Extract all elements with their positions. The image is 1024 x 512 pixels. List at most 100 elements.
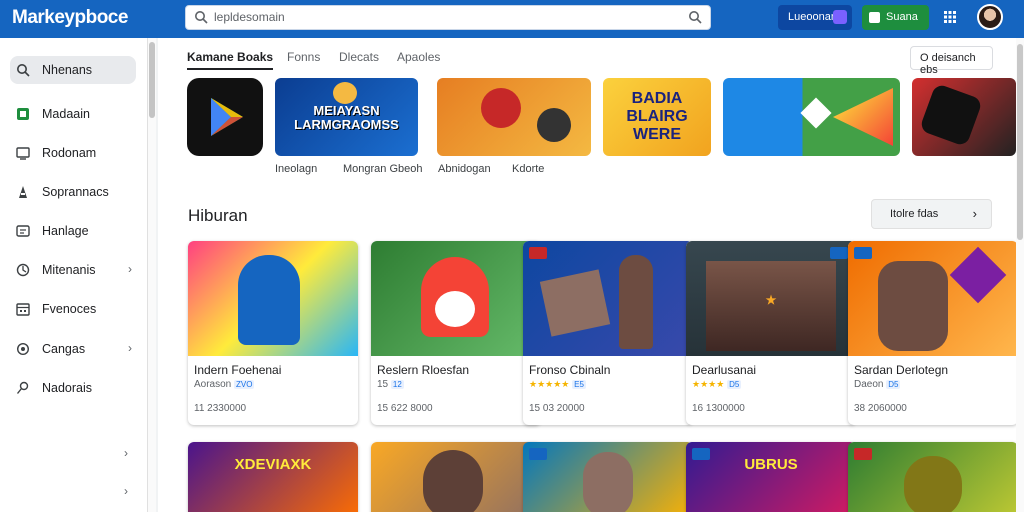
app-card[interactable] (371, 442, 541, 512)
app-card-image: ★ (686, 241, 856, 356)
sidebar-item-label: Nhenans (42, 63, 93, 77)
search-submit-icon[interactable] (688, 10, 702, 24)
pin-icon (16, 381, 29, 394)
avatar[interactable] (977, 4, 1003, 30)
tab-books[interactable]: Kamane Boaks (187, 50, 274, 70)
sidebar-item-notes[interactable]: Nadorais (10, 374, 136, 402)
app-card-title: Fronso Cbinaln (529, 363, 611, 377)
kids-icon (16, 263, 30, 277)
sidebar-item-books[interactable]: Soprannacs (10, 178, 136, 206)
featured-label: Kdorte (512, 163, 545, 175)
app-card-subtitle: ★★★★ D5 (692, 379, 742, 390)
character-image (878, 261, 948, 351)
shape-image (833, 88, 893, 146)
sidebar-item-devices[interactable]: Hanlage (10, 217, 136, 245)
sidebar-scrollbar-thumb[interactable] (149, 42, 155, 118)
character-image (619, 255, 653, 349)
sidebar-item-kids[interactable]: Mitenanis › (10, 256, 136, 284)
device-icon (16, 225, 30, 237)
sidebar-item-label: Fvenoces (42, 302, 97, 316)
account-button-label: Lueoonan (788, 11, 837, 23)
sidebar-item-label: Nadorais (42, 381, 93, 395)
app-card-tag-icon (529, 247, 547, 259)
app-card[interactable]: Sardan Derlotegn Daeon D5 38 2060000 (848, 241, 1018, 425)
install-button[interactable]: Suana (862, 5, 929, 30)
star-rating: ★★★★ (692, 379, 725, 389)
heart-icon (800, 97, 832, 129)
see-more-button[interactable]: Itolre fdas › (871, 199, 992, 229)
app-card-tag-icon (854, 448, 872, 460)
chevron-right-icon: › (972, 206, 977, 221)
featured-banner-strategy[interactable] (912, 78, 1016, 156)
account-button[interactable]: Lueoonan (778, 5, 852, 30)
app-card-developer: Aorason (194, 379, 232, 390)
app-card[interactable]: UBRUS (686, 442, 856, 512)
featured-banner-word[interactable]: BADIA BLAIRG WERE (603, 78, 711, 156)
chevron-right-icon[interactable]: › (124, 446, 128, 460)
sidebar-item-events[interactable]: Fvenoces (10, 295, 136, 323)
featured-banner-adventure[interactable] (437, 78, 591, 156)
app-card-price: 15 622 8000 (377, 403, 433, 414)
sidebar-item-categories[interactable]: Cangas › (10, 335, 136, 363)
sidebar-item-label: Hanlage (42, 224, 89, 238)
sidebar-item-apps[interactable]: Madaain (10, 100, 136, 128)
app-card-title: Dearlusanai (692, 363, 757, 377)
search-bar[interactable] (185, 5, 711, 30)
app-card-badge: 12 (390, 380, 404, 389)
app-card-image (371, 241, 541, 356)
top-action-button[interactable]: O deisanch ebs (910, 46, 993, 76)
app-card[interactable]: Reslern Rloesfan 15 12 15 622 8000 (371, 241, 541, 425)
sidebar-item-label: Mitenanis (42, 263, 96, 277)
star-rating: ★★★★★ (529, 379, 570, 389)
character-image (537, 108, 571, 142)
app-card-price: 38 2060000 (854, 403, 907, 414)
app-card[interactable] (848, 442, 1018, 512)
tab-apaoles[interactable]: Apaoles (397, 50, 440, 68)
character-image (333, 82, 357, 104)
app-card[interactable]: ★ Dearlusanai ★★★★ D5 16 1300000 (686, 241, 856, 425)
app-card-badge: ZVO (234, 380, 255, 389)
brand-logo[interactable]: Markeypboce (12, 7, 128, 29)
tab-fonns[interactable]: Fonns (287, 50, 320, 68)
section-title: Hiburan (188, 206, 248, 225)
app-card-price: 16 1300000 (692, 403, 745, 414)
app-card-tag-icon (854, 247, 872, 259)
tab-dlecats[interactable]: Dlecats (339, 50, 379, 68)
app-card[interactable]: XDEVIAXK (188, 442, 358, 512)
featured-banner-games[interactable]: MEIAYASN LARMGRAOMSS (275, 78, 418, 156)
app-card-developer: 15 (377, 379, 389, 390)
app-card[interactable]: Indern Foehenai Aorason ZVO 11 2330000 (188, 241, 358, 425)
sidebar-item-label: Madaain (42, 107, 90, 121)
book-icon (19, 186, 27, 198)
character-image (583, 452, 633, 512)
sidebar-item-label: Cangas (42, 342, 86, 356)
game-title-art: XDEVIAXK (234, 456, 312, 473)
install-icon (869, 12, 880, 23)
featured-play-logo[interactable] (187, 78, 263, 156)
apps-grid-icon[interactable] (944, 11, 956, 23)
app-card-price: 11 2330000 (194, 403, 247, 414)
featured-banner-puzzle[interactable] (723, 78, 900, 156)
sidebar-item-tv[interactable]: Rodonam (10, 139, 136, 167)
app-card-subtitle: Aorason ZVO (194, 379, 255, 390)
install-button-label: Suana (886, 11, 918, 23)
app-card-subtitle: 15 12 (377, 379, 404, 390)
sidebar-item-search[interactable]: Nhenans (10, 56, 136, 84)
main-scrollbar-thumb[interactable] (1017, 44, 1023, 240)
app-card[interactable]: Fronso Cbinaln ★★★★★ E5 15 03 20000 (523, 241, 693, 425)
character-image (423, 450, 483, 512)
search-input[interactable] (214, 10, 654, 24)
featured-label: Mongran Gbeoh (343, 163, 423, 175)
chevron-right-icon[interactable]: › (124, 484, 128, 498)
calendar-icon (16, 303, 30, 316)
app-card-title: Reslern Rloesfan (377, 363, 470, 377)
app-card[interactable] (523, 442, 693, 512)
app-card-image (523, 241, 693, 356)
sidebar: Nhenans Madaain Rodonam Soprannacs Hanla… (0, 38, 148, 512)
see-more-label: Itolre fdas (890, 208, 939, 220)
search-icon (17, 64, 30, 77)
settings-icon (16, 342, 30, 356)
game-title-art: ★ (765, 293, 777, 307)
featured-banner-title: MEIAYASN LARMGRAOMSS (294, 103, 399, 132)
sidebar-item-label: Rodonam (42, 146, 97, 160)
